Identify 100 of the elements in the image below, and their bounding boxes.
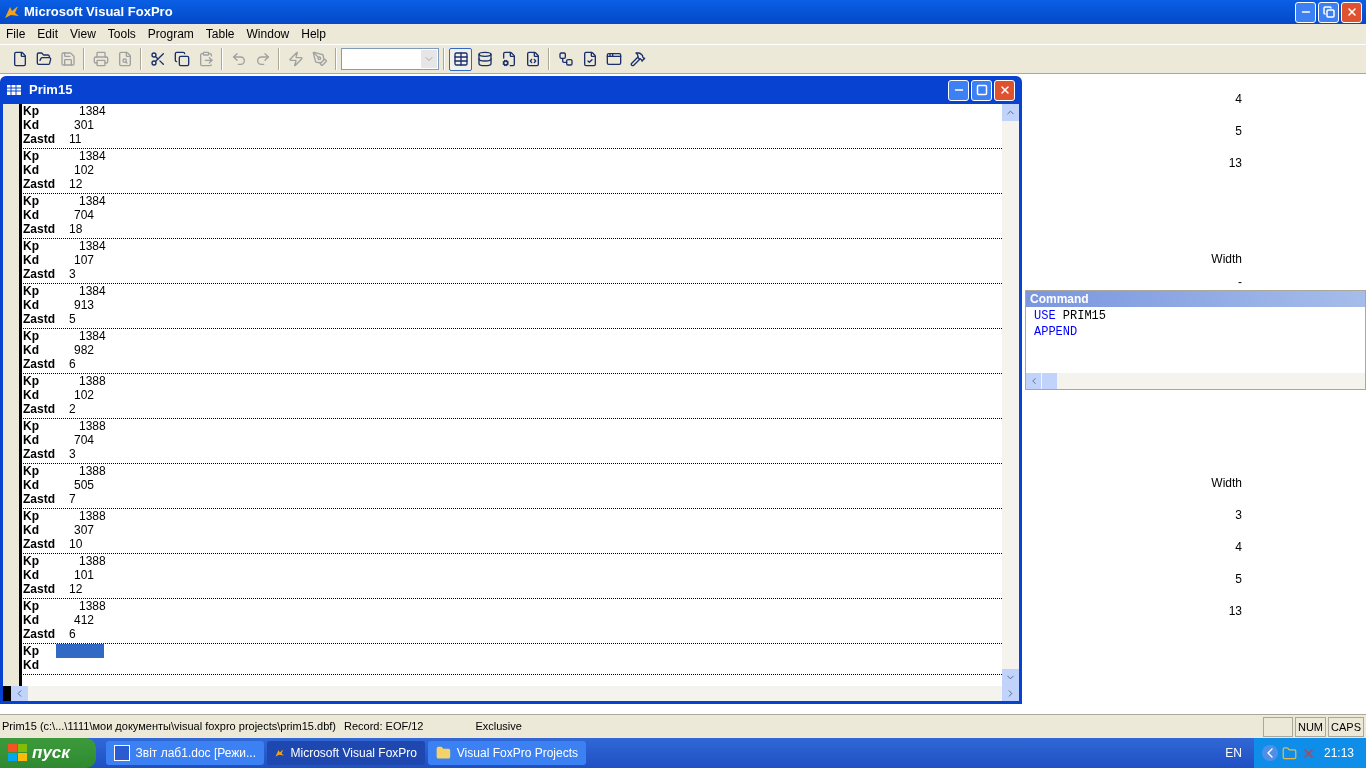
field-label: Kp	[23, 329, 39, 343]
expand-icon[interactable]	[1261, 745, 1278, 761]
tray-icon[interactable]	[1281, 745, 1297, 761]
restore-button[interactable]	[1318, 1, 1339, 23]
field-value[interactable]: 1384	[79, 104, 106, 118]
field-label: Kd	[23, 343, 39, 357]
field-label: Kp	[23, 464, 39, 478]
menu-item[interactable]: Edit	[31, 25, 65, 43]
field-label: Zastd	[23, 222, 55, 236]
field-value[interactable]: 1384	[79, 194, 106, 208]
field-value[interactable]: 5	[69, 312, 76, 326]
language-indicator[interactable]: EN	[1225, 744, 1242, 762]
field-label: Zastd	[23, 627, 55, 641]
maximize-button[interactable]	[971, 79, 992, 101]
taskbar-button[interactable]: Visual FoxPro Projects	[428, 741, 586, 765]
taskbar-button[interactable]: Microsoft Visual FoxPro	[267, 741, 425, 765]
menu-item[interactable]: Window	[240, 25, 296, 43]
scroll-left-button[interactable]	[11, 686, 28, 701]
background-text: 4	[1235, 91, 1242, 108]
field-label: Kp	[23, 104, 39, 118]
field-value[interactable]: 1388	[79, 419, 106, 433]
minimize-button[interactable]	[948, 79, 969, 101]
close-button[interactable]	[1341, 1, 1362, 23]
horizontal-scrollbar[interactable]	[3, 686, 1019, 701]
table-button[interactable]	[449, 47, 472, 71]
field-value[interactable]: 1388	[79, 374, 106, 388]
field-value[interactable]: 1388	[79, 599, 106, 613]
field-value[interactable]: 1384	[79, 149, 106, 163]
minimize-button[interactable]	[1295, 1, 1316, 23]
cut-icon	[149, 51, 166, 67]
field-value[interactable]: 102	[74, 388, 95, 402]
field-label: Zastd	[23, 312, 55, 326]
scroll-thumb[interactable]	[1042, 373, 1057, 389]
start-button[interactable]: пуск	[0, 738, 96, 768]
field-label: Kd	[23, 433, 39, 447]
field-value[interactable]: 101	[74, 568, 95, 582]
vertical-scrollbar[interactable]	[1002, 104, 1019, 686]
background-text: 4	[1235, 539, 1242, 556]
field-value[interactable]: 107	[74, 253, 95, 267]
scroll-down-button[interactable]	[1002, 669, 1019, 686]
record-pointer	[3, 686, 11, 701]
fox-logo-icon	[4, 4, 20, 20]
field-value[interactable]: 10	[69, 537, 83, 551]
field-label: Zastd	[23, 402, 55, 416]
field-label: Kp	[23, 284, 39, 298]
scroll-left-button[interactable]	[1026, 373, 1041, 389]
run-icon	[287, 51, 304, 67]
background-text: -	[1238, 275, 1242, 289]
field-value[interactable]: 307	[74, 523, 95, 537]
field-value[interactable]: 1388	[79, 509, 106, 523]
field-value[interactable]: 7	[69, 492, 76, 506]
menu-item[interactable]: Help	[295, 25, 332, 43]
field-value[interactable]: 505	[74, 478, 95, 492]
field-value[interactable]: 913	[74, 298, 95, 312]
field-value[interactable]: 1388	[79, 554, 106, 568]
background-text: 13	[1228, 155, 1242, 172]
field-value[interactable]: 6	[69, 357, 76, 371]
menu-item[interactable]: View	[64, 25, 102, 43]
field-label: Kd	[23, 478, 39, 492]
field-value[interactable]: 301	[74, 118, 95, 132]
field-value[interactable]: 12	[69, 582, 83, 596]
combo-box[interactable]	[341, 48, 439, 70]
field-value[interactable]: 412	[74, 613, 95, 627]
field-value[interactable]: 1384	[79, 239, 106, 253]
field-value[interactable]: 6	[69, 627, 76, 641]
menu-item[interactable]: Program	[141, 25, 200, 43]
field-value[interactable]: 1384	[79, 284, 106, 298]
field-value[interactable]: 3	[69, 447, 76, 461]
field-value[interactable]: 12	[69, 177, 83, 191]
field-label: Kd	[23, 568, 39, 582]
field-label: Kd	[23, 658, 39, 672]
field-label: Kp	[23, 509, 39, 523]
command-line: APPEND	[1034, 324, 1079, 340]
field-value[interactable]: 704	[74, 208, 95, 222]
restore-icon	[1322, 6, 1335, 18]
command-line: USE PRIM15	[1034, 308, 1108, 324]
field-label: Kp	[23, 239, 39, 253]
scroll-right-button[interactable]	[1002, 686, 1019, 701]
menu-item[interactable]: Tools	[101, 25, 142, 43]
printer-icon	[92, 51, 109, 67]
field-label: Zastd	[23, 582, 55, 596]
field-value[interactable]: 704	[74, 433, 95, 447]
field-value[interactable]: 2	[69, 402, 76, 416]
menu-item[interactable]: Table	[199, 25, 241, 43]
field-value[interactable]: 1388	[79, 464, 106, 478]
field-label: Zastd	[23, 447, 55, 461]
taskbar-button[interactable]: Звіт лаб1.doc [Режи...	[106, 741, 264, 765]
field-value[interactable]: 982	[74, 343, 95, 357]
field-label: Kd	[23, 613, 39, 627]
field-value[interactable]: 102	[74, 163, 95, 177]
menu-item[interactable]: File	[0, 25, 32, 43]
field-value[interactable]: 1384	[79, 329, 106, 343]
close-button[interactable]	[994, 79, 1015, 101]
field-label: Zastd	[23, 177, 55, 191]
field-value[interactable]: 11	[69, 132, 82, 146]
close-icon	[998, 84, 1011, 96]
field-value[interactable]: 3	[69, 267, 76, 281]
scroll-up-button[interactable]	[1002, 104, 1019, 121]
field-value[interactable]	[56, 644, 104, 658]
field-value[interactable]: 18	[69, 222, 83, 236]
